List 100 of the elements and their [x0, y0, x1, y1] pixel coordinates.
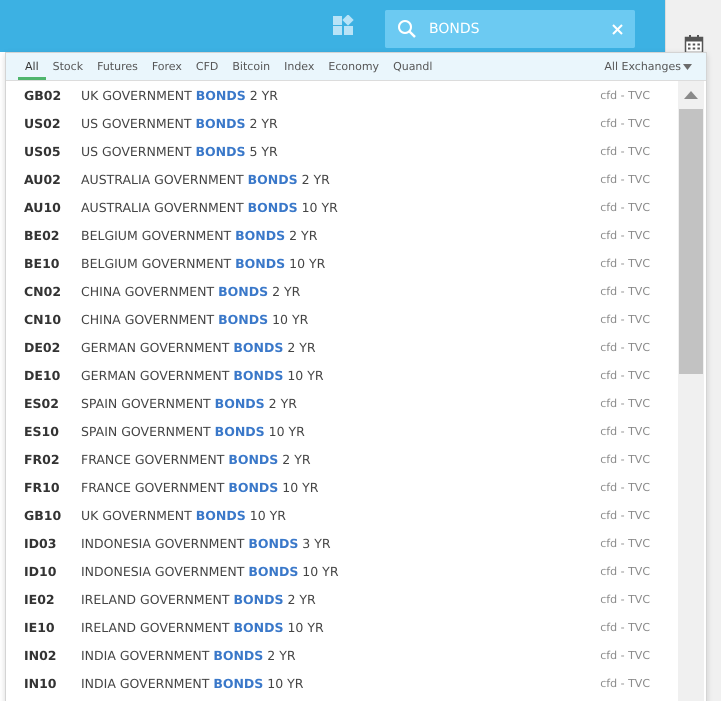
symbol-description: UK GOVERNMENT BONDS 10 YR [81, 508, 287, 522]
result-row[interactable]: IN10 INDIA GOVERNMENT BONDS 10 YR cfd - TVC [6, 669, 678, 697]
symbol-description: CHINA GOVERNMENT BONDS 10 YR [81, 312, 310, 326]
symbol-code: IN02 [24, 648, 58, 662]
symbol-code: AU02 [24, 172, 62, 186]
symbol-description: INDIA GOVERNMENT BONDS 10 YR [81, 676, 304, 690]
exchange-source: cfd - TVC [600, 424, 650, 438]
symbol-description: FRANCE GOVERNMENT BONDS 2 YR [81, 452, 312, 466]
caret-icon [683, 64, 692, 70]
exchange-source: cfd - TVC [600, 592, 650, 606]
scroll-up-icon[interactable] [684, 91, 698, 99]
filter-tab[interactable]: Forex [144, 53, 189, 80]
symbol-description: AUSTRALIA GOVERNMENT BONDS 10 YR [81, 200, 339, 214]
exchange-source: cfd - TVC [600, 88, 650, 102]
result-row[interactable]: US05 US GOVERNMENT BONDS 5 YR cfd - TVC [6, 137, 678, 165]
filter-tab[interactable]: Stock [46, 53, 90, 80]
result-row[interactable]: DE10 GERMAN GOVERNMENT BONDS 10 YR cfd - TVC [6, 361, 678, 389]
symbol-code: GB02 [24, 88, 62, 102]
exchange-source: cfd - TVC [600, 564, 650, 578]
symbol-description: UK GOVERNMENT BONDS 2 YR [81, 88, 279, 102]
exchange-source: cfd - TVC [600, 536, 650, 550]
exchange-source: cfd - TVC [600, 200, 650, 214]
symbol-description: SPAIN GOVERNMENT BONDS 10 YR [81, 424, 306, 438]
exchange-source: cfd - TVC [600, 480, 650, 494]
symbol-code: BE02 [24, 228, 60, 242]
symbol-description: BELGIUM GOVERNMENT BONDS 2 YR [81, 228, 318, 242]
result-row[interactable]: CN02 CHINA GOVERNMENT BONDS 2 YR cfd - TVC [6, 277, 678, 305]
symbol-description: US GOVERNMENT BONDS 5 YR [81, 144, 279, 158]
exchange-source: cfd - TVC [600, 284, 650, 298]
symbol-description: IRELAND GOVERNMENT BONDS 2 YR [81, 592, 317, 606]
exchange-source: cfd - TVC [600, 648, 650, 662]
result-row[interactable]: AU10 AUSTRALIA GOVERNMENT BONDS 10 YR cfd - TVC [6, 193, 678, 221]
symbol-description: BELGIUM GOVERNMENT BONDS 10 YR [81, 256, 326, 270]
symbol-code: AU10 [24, 200, 62, 214]
exchange-dropdown[interactable]: All Exchanges [604, 53, 692, 80]
result-row[interactable]: FR10 FRANCE GOVERNMENT BONDS 10 YR cfd - TVC [6, 473, 678, 501]
symbol-description: CHINA GOVERNMENT BONDS 2 YR [81, 284, 302, 298]
symbol-description: AUSTRALIA GOVERNMENT BONDS 2 YR [81, 172, 331, 186]
symbol-code: BE10 [24, 256, 60, 270]
symbol-code: GB10 [24, 508, 62, 522]
exchange-source: cfd - TVC [600, 676, 650, 690]
result-row[interactable]: CN10 CHINA GOVERNMENT BONDS 10 YR cfd - TVC [6, 305, 678, 333]
result-row[interactable]: ID10 INDONESIA GOVERNMENT BONDS 10 YR cfd - TVC [6, 557, 678, 585]
symbol-code: ID10 [24, 564, 58, 578]
filter-tab[interactable]: Bitcoin [225, 53, 278, 80]
result-row[interactable]: ES10 SPAIN GOVERNMENT BONDS 10 YR cfd - TVC [6, 417, 678, 445]
symbol-code: CN10 [24, 312, 62, 326]
calendar-icon[interactable] [684, 34, 704, 54]
symbol-description: IRELAND GOVERNMENT BONDS 10 YR [81, 620, 325, 634]
result-row[interactable]: DE02 GERMAN GOVERNMENT BONDS 2 YR cfd - TVC [6, 333, 678, 361]
exchange-source: cfd - TVC [600, 144, 650, 158]
symbol-code: FR02 [24, 452, 61, 466]
exchange-source: cfd - TVC [600, 508, 650, 522]
exchange-source: cfd - TVC [600, 172, 650, 186]
symbol-code: FR10 [24, 480, 61, 494]
filter-tab[interactable]: Economy [321, 53, 386, 80]
symbol-code: US05 [24, 144, 62, 158]
result-row[interactable]: IN02 INDIA GOVERNMENT BONDS 2 YR cfd - TVC [6, 641, 678, 669]
symbol-code: DE02 [24, 340, 62, 354]
exchange-source: cfd - TVC [600, 452, 650, 466]
symbol-code: ES02 [24, 396, 60, 410]
result-row[interactable]: BE02 BELGIUM GOVERNMENT BONDS 2 YR cfd - TVC [6, 221, 678, 249]
symbol-code: IE10 [24, 620, 56, 634]
symbol-description: INDONESIA GOVERNMENT BONDS 10 YR [81, 564, 340, 578]
filter-tab[interactable]: CFD [188, 53, 226, 80]
result-row[interactable]: US02 US GOVERNMENT BONDS 2 YR cfd - TVC [6, 109, 678, 137]
result-row[interactable]: AU02 AUSTRALIA GOVERNMENT BONDS 2 YR cfd - TVC [6, 165, 678, 193]
scrollbar[interactable] [678, 81, 704, 701]
scroll-thumb[interactable] [679, 109, 703, 374]
result-row[interactable]: FR02 FRANCE GOVERNMENT BONDS 2 YR cfd - TVC [6, 445, 678, 473]
exchange-source: cfd - TVC [600, 368, 650, 382]
result-row[interactable]: GB02 UK GOVERNMENT BONDS 2 YR cfd - TVC [6, 81, 678, 109]
result-row[interactable]: IE02 IRELAND GOVERNMENT BONDS 2 YR cfd - TVC [6, 585, 678, 613]
symbol-code: CN02 [24, 284, 62, 298]
symbol-code: ID03 [24, 536, 58, 550]
exchange-source: cfd - TVC [600, 256, 650, 270]
result-row[interactable]: BE10 BELGIUM GOVERNMENT BONDS 10 YR cfd - TVC [6, 249, 678, 277]
exchange-source: cfd - TVC [600, 312, 650, 326]
symbol-description: INDIA GOVERNMENT BONDS 2 YR [81, 648, 297, 662]
result-row[interactable]: IE10 IRELAND GOVERNMENT BONDS 10 YR cfd - TVC [6, 613, 678, 641]
exchange-source: cfd - TVC [600, 620, 650, 634]
exchange-source: cfd - TVC [600, 228, 650, 242]
symbol-code: ES10 [24, 424, 60, 438]
filter-tab[interactable]: Quandl [386, 53, 440, 80]
widgets-icon[interactable] [332, 15, 354, 37]
symbol-description: FRANCE GOVERNMENT BONDS 10 YR [81, 480, 320, 494]
close-icon[interactable] [612, 24, 623, 34]
symbol-description: GERMAN GOVERNMENT BONDS 2 YR [81, 340, 317, 354]
search-icon [397, 19, 417, 39]
symbol-description: US GOVERNMENT BONDS 2 YR [81, 116, 279, 130]
filter-tab[interactable]: Futures [90, 53, 145, 80]
symbol-description: SPAIN GOVERNMENT BONDS 2 YR [81, 396, 298, 410]
exchange-source: cfd - TVC [600, 396, 650, 410]
filter-tab[interactable]: Index [277, 53, 322, 80]
result-row[interactable]: ES02 SPAIN GOVERNMENT BONDS 2 YR cfd - TVC [6, 389, 678, 417]
result-row[interactable]: ID03 INDONESIA GOVERNMENT BONDS 3 YR cfd - TVC [6, 529, 678, 557]
symbol-code: DE10 [24, 368, 62, 382]
result-row[interactable]: GB10 UK GOVERNMENT BONDS 10 YR cfd - TVC [6, 501, 678, 529]
filter-tab[interactable]: All [18, 53, 46, 80]
symbol-description: INDONESIA GOVERNMENT BONDS 3 YR [81, 536, 332, 550]
